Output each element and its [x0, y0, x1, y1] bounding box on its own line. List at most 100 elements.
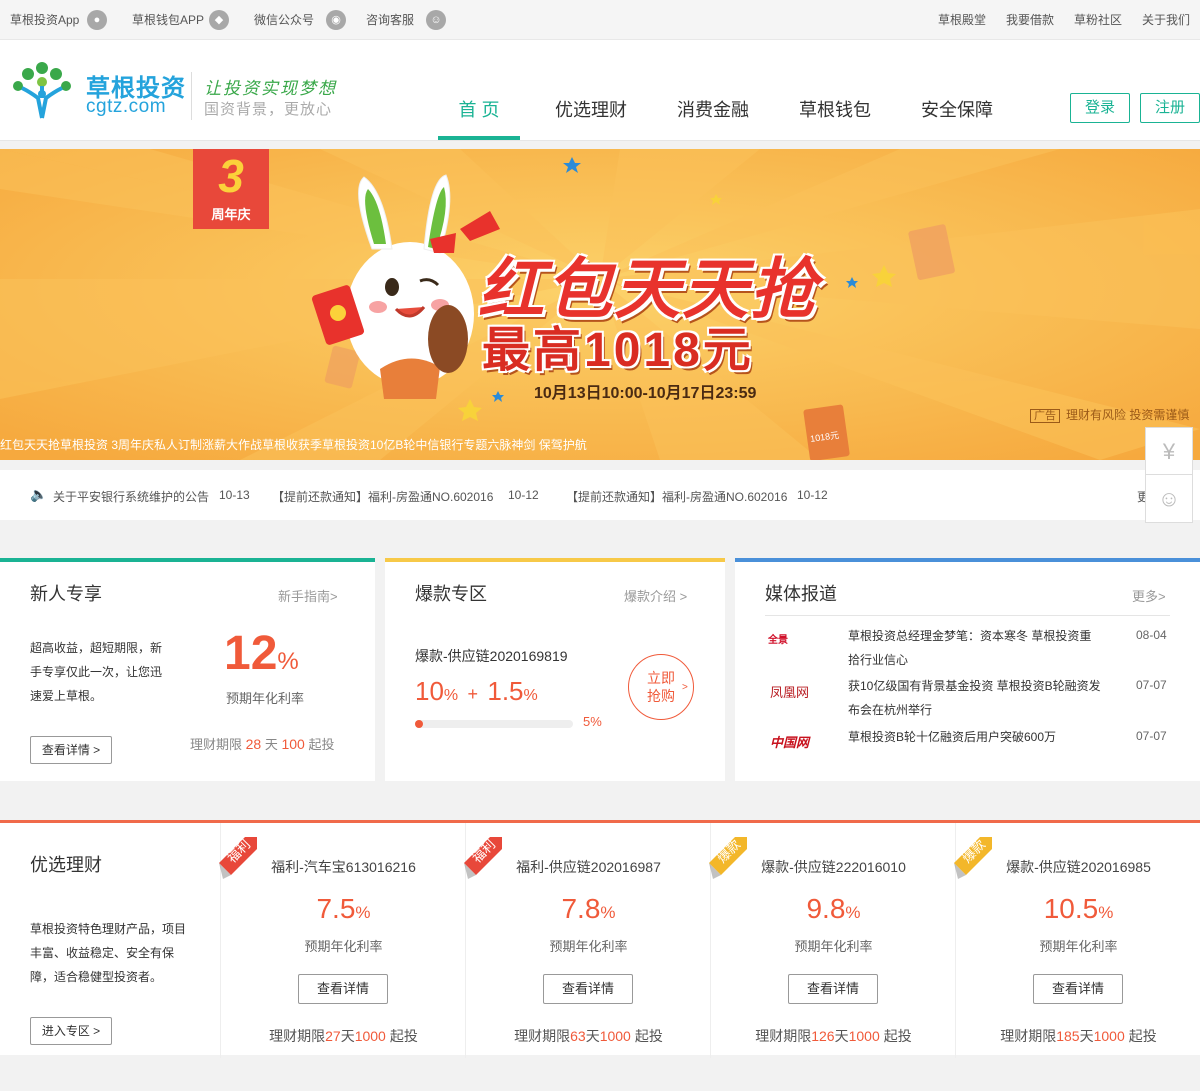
product-name[interactable]: 福利-供应链202016987 [466, 857, 711, 877]
product-detail-button[interactable]: 查看详情 [788, 974, 878, 1004]
product-detail-button[interactable]: 查看详情 [298, 974, 388, 1004]
product-rate: 7.8% [561, 893, 616, 924]
product-detail-button[interactable]: 查看详情 [1033, 974, 1123, 1004]
media-line: 草根投资B轮十亿融资后用户突破600万 [848, 730, 1057, 744]
products-desc-line: 障，适合稳健型投资者。 [30, 970, 163, 984]
product-rate-value: 9.8 [806, 893, 846, 924]
notice-item-3[interactable]: 【提前还款通知】福利-房盈通NO.602016 [566, 488, 787, 505]
product-card[interactable]: 福利 福利-供应链202016987 7.8% 预期年化利率 查看详情 理财期限63天10… [464, 823, 711, 1058]
media-item-2[interactable]: 获10亿级国有背景基金投资 草根投资B轮融资发 布会在杭州举行 [848, 674, 1118, 722]
product-rate-label: 预期年化利率 [794, 939, 873, 954]
product-rate-value: 7.5 [316, 893, 356, 924]
term-day-unit: 天 [585, 1028, 600, 1044]
hot-product-name[interactable]: 爆款-供应链2020169819 [415, 646, 568, 666]
product-card[interactable]: 爆款 爆款-供应链202016985 10.5% 预期年化利率 查看详情 理财期限185天… [954, 823, 1200, 1058]
newbie-desc-line: 速爱上草根。 [30, 689, 103, 703]
newbie-desc-line: 手专享仅此一次，让您迅 [30, 665, 163, 679]
term-day-unit: 天 [834, 1028, 849, 1044]
newbie-title: 新人专享 [30, 584, 102, 604]
term-days: 27 [325, 1028, 341, 1044]
register-button[interactable]: 注册 [1140, 93, 1200, 123]
product-card[interactable]: 福利 福利-汽车宝613016216 7.5% 预期年化利率 查看详情 理财期限27天10… [219, 823, 466, 1058]
customer-service-icon[interactable]: ☺ [1146, 475, 1192, 522]
topbar-about-link[interactable]: 关于我们 [1142, 0, 1190, 40]
logo-divider [191, 72, 192, 120]
nav-consumer[interactable]: 消费金融 [669, 80, 757, 140]
product-name[interactable]: 福利-汽车宝613016216 [221, 857, 466, 877]
hot-buy-button[interactable]: 立即 抢购 > [628, 654, 694, 720]
term-days: 63 [570, 1028, 586, 1044]
hot-intro-link[interactable]: 爆款介绍 > [624, 586, 687, 605]
product-name[interactable]: 爆款-供应链222016010 [711, 857, 956, 877]
media-logo-china: 中国网 [770, 735, 810, 750]
topbar-wechat-link[interactable]: 微信公众号 [254, 0, 314, 40]
enter-zone-button[interactable]: 进入专区 > [30, 1017, 112, 1045]
yen-icon[interactable]: ¥ [1146, 428, 1192, 475]
nav-home[interactable]: 首 页 [438, 80, 520, 140]
hot-card: 爆款专区 爆款介绍 > 爆款-供应链2020169819 10% + 1.5% … [385, 558, 725, 781]
term-days: 28 [245, 736, 262, 752]
wechat-icon[interactable]: ◉ [326, 10, 346, 30]
topbar-app-link[interactable]: 草根投资App [10, 0, 79, 40]
topbar-community-link[interactable]: 草粉社区 [1074, 0, 1122, 40]
term-prefix: 理财期限 [190, 737, 243, 752]
term-prefix: 理财期限 [514, 1028, 571, 1044]
newbie-detail-button[interactable]: 查看详情 > [30, 736, 112, 764]
product-rate-value: 7.8 [561, 893, 601, 924]
anniversary-text: 周年庆 [211, 207, 251, 222]
term-suffix: 起投 [883, 1028, 912, 1044]
nav-security[interactable]: 安全保障 [913, 80, 1001, 140]
nav-wallet[interactable]: 草根钱包 [791, 80, 879, 140]
logo-text-en[interactable]: cgtz.com [86, 96, 166, 118]
login-button[interactable]: 登录 [1070, 93, 1130, 123]
speaker-icon: 🔈 [30, 486, 48, 502]
products-desc-line: 丰富、收益稳定、安全有保 [30, 946, 175, 960]
newbie-desc-line: 超高收益，超短期限，新 [30, 641, 163, 655]
banner-marquee[interactable]: 红包天天抢草根投资 3周年庆私人订制涨薪大作战草根收获季草根投资10亿B轮中信银… [0, 436, 587, 453]
newbie-rate-unit: % [277, 648, 299, 675]
banner-date: 10月13日10:00-10月17日23:59 [534, 385, 757, 402]
slogan-sub: 国资背景，更放心 [204, 101, 333, 118]
top-bar: 草根投资App ● 草根钱包APP ◆ 微信公众号 ◉ 咨询客服 ☺ 草根殿堂 … [0, 0, 1200, 40]
products-desc: 草根投资特色理财产品，项目 丰富、收益稳定、安全有保 障，适合稳健型投资者。 [30, 917, 186, 989]
product-rate: 9.8% [806, 893, 861, 924]
hot-progress-track [415, 720, 573, 728]
promo-banner[interactable]: 3 周年庆 红包天天抢 最高1018元 10月13日10:00-10月17日23… [0, 149, 1200, 460]
topbar-wallet-link[interactable]: 草根钱包APP [132, 0, 204, 40]
newbie-rate-value: 12 [224, 627, 278, 680]
newbie-term: 理财期限 28 天 100 起投 [190, 734, 334, 753]
term-suffix: 起投 [389, 1028, 418, 1044]
nav-finance[interactable]: 优选理财 [547, 80, 635, 140]
hot-rate: 10% + 1.5% [415, 676, 538, 706]
product-name[interactable]: 爆款-供应链202016985 [956, 857, 1200, 877]
notice-item-1[interactable]: 关于平安银行系统维护的公告 [53, 488, 209, 505]
media-logo-ifeng: 凤凰网 [770, 686, 810, 701]
newbie-rate: 12% [224, 626, 299, 681]
media-item-3[interactable]: 草根投资B轮十亿融资后用户突破600万 [848, 725, 1118, 749]
notice-item-2[interactable]: 【提前还款通知】福利-房盈通NO.602016 [272, 488, 493, 505]
product-detail-button[interactable]: 查看详情 [543, 974, 633, 1004]
topbar-support-link[interactable]: 咨询客服 [366, 0, 414, 40]
notice-bar: 🔈 关于平安银行系统维护的公告 10-13 【提前还款通知】福利-房盈通NO.6… [0, 470, 1200, 520]
android-icon[interactable]: ● [87, 10, 107, 30]
product-rate-value: 10.5 [1043, 893, 1099, 924]
support-icon[interactable]: ☺ [426, 10, 446, 30]
topbar-hall-link[interactable]: 草根殿堂 [938, 0, 986, 40]
notice-date-2: 10-12 [508, 488, 539, 502]
newbie-guide-link[interactable]: 新手指南> [278, 586, 338, 605]
product-card[interactable]: 爆款 爆款-供应链222016010 9.8% 预期年化利率 查看详情 理财期限126天1… [709, 823, 956, 1058]
topbar-wallet-label: 草根钱包APP [132, 13, 205, 27]
notice-date-3: 10-12 [797, 488, 828, 502]
term-min: 1000 [599, 1028, 631, 1044]
logo-tree-icon[interactable] [10, 58, 74, 122]
product-rate-label: 预期年化利率 [304, 939, 383, 954]
newbie-rate-label: 预期年化利率 [226, 691, 305, 706]
featured-products: 优选理财 草根投资特色理财产品，项目 丰富、收益稳定、安全有保 障，适合稳健型投… [0, 820, 1200, 1058]
media-item-1[interactable]: 草根投资总经理金梦笔：资本寒冬 草根投资重 拾行业信心 [848, 624, 1108, 672]
product-rate: 10.5% [1043, 893, 1114, 924]
media-more-link[interactable]: 更多> [1132, 586, 1166, 605]
term-day-unit: 天 [264, 737, 278, 752]
media-logo-quanjing: 全景 [768, 635, 788, 646]
topbar-borrow-link[interactable]: 我要借款 [1006, 0, 1054, 40]
wallet-app-icon[interactable]: ◆ [209, 10, 229, 30]
